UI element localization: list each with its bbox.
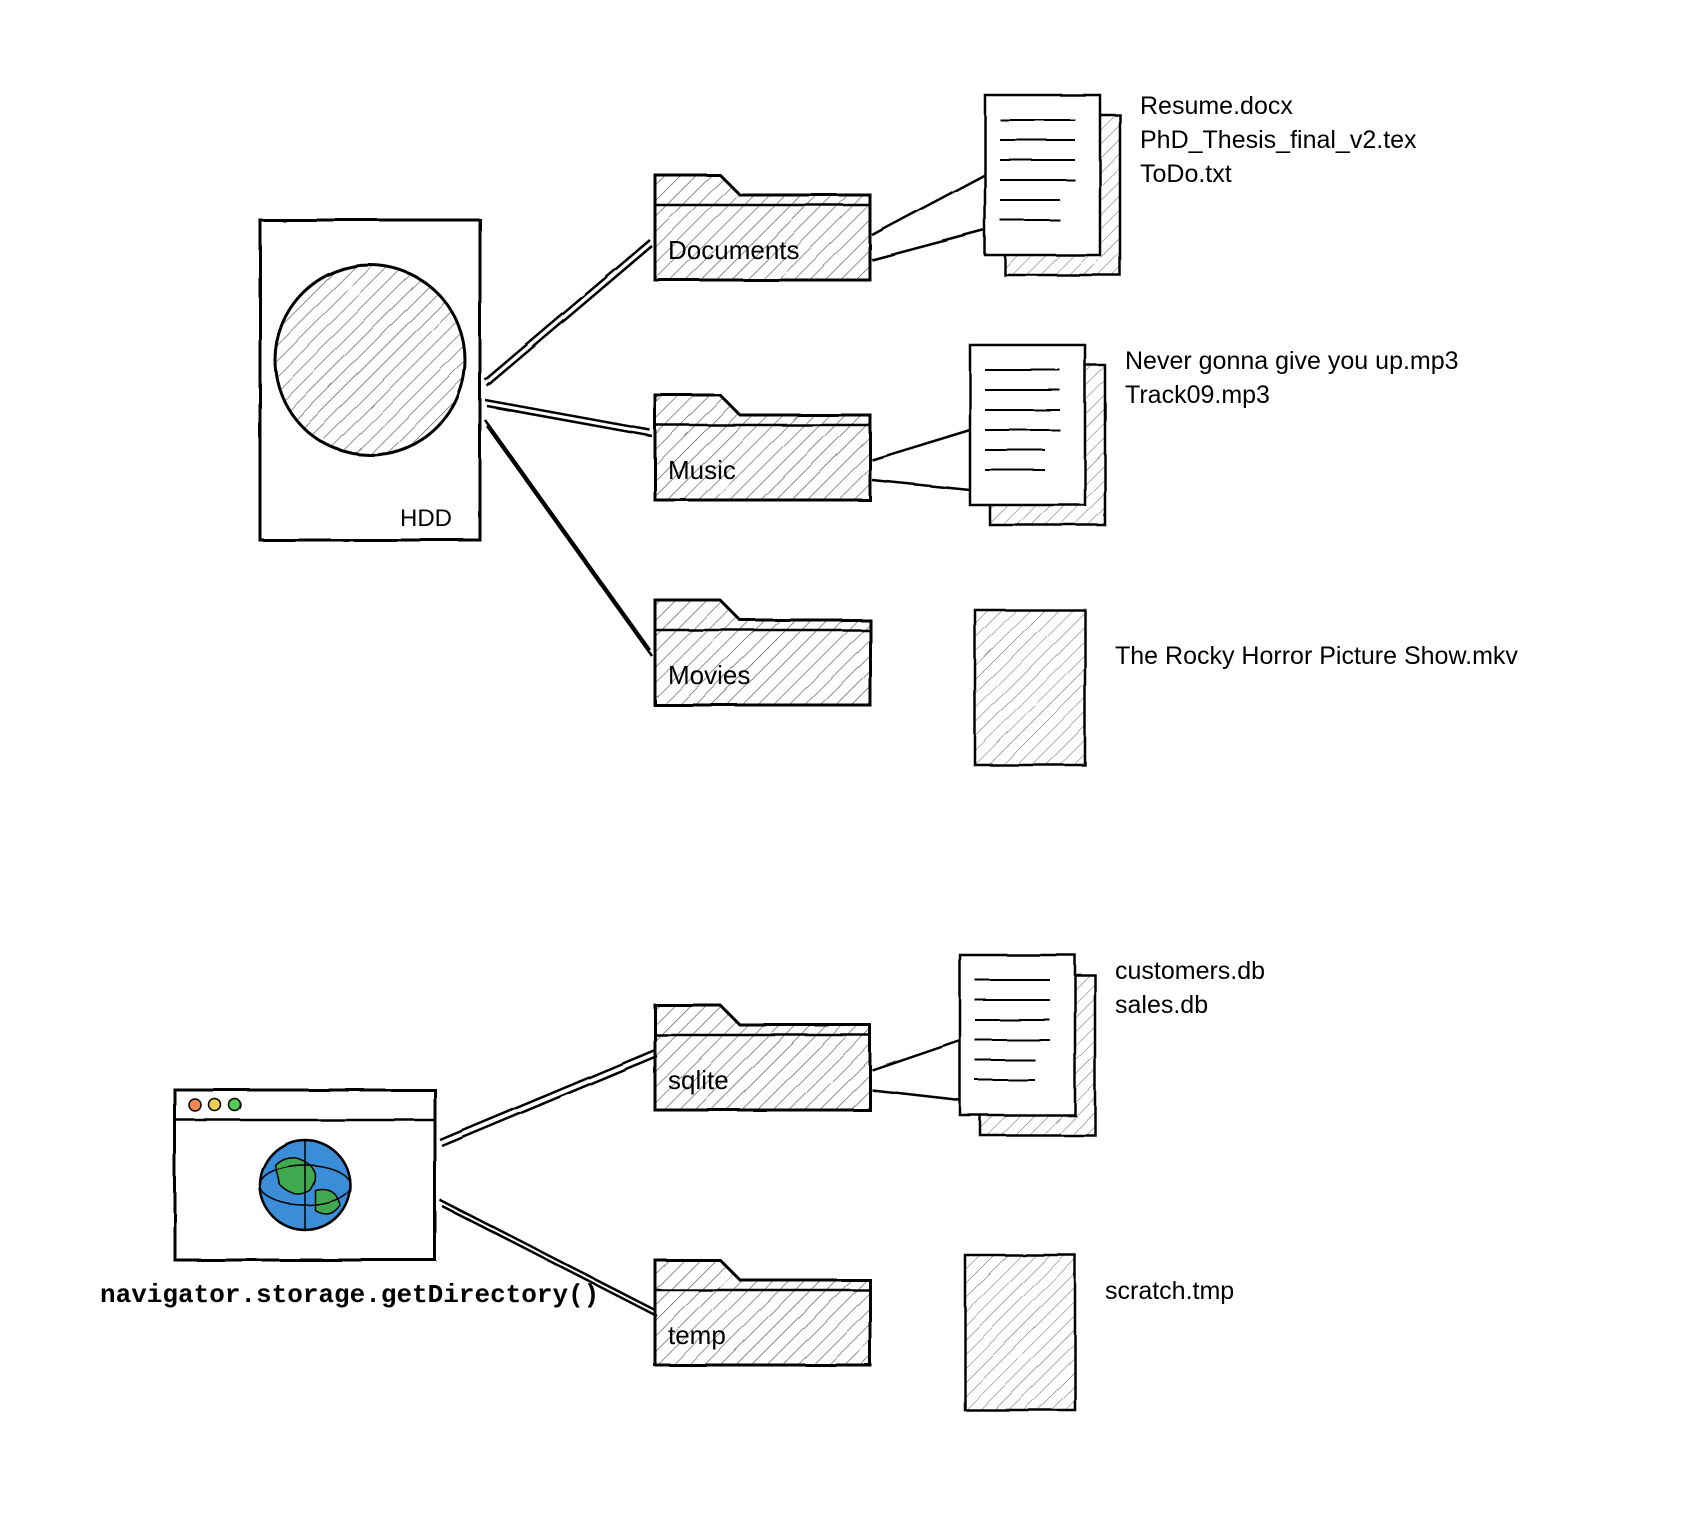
file-item: customers.db: [1115, 955, 1265, 989]
files-movies-icon: [975, 610, 1085, 765]
file-item: Track09.mp3: [1125, 379, 1459, 413]
connector-lines-top: [485, 240, 652, 656]
connector-lines-bottom: [440, 1050, 657, 1316]
file-item: Resume.docx: [1140, 90, 1417, 124]
folder-movies-label: Movies: [668, 660, 750, 691]
file-item: ToDo.txt: [1140, 158, 1417, 192]
folder-sqlite-label: sqlite: [668, 1065, 729, 1096]
files-temp-icon: [965, 1255, 1075, 1410]
connector-documents-files: [872, 175, 985, 260]
file-item: PhD_Thesis_final_v2.tex: [1140, 124, 1417, 158]
folder-music-label: Music: [668, 455, 736, 486]
files-temp-list: scratch.tmp: [1105, 1275, 1234, 1309]
files-movies-list: The Rocky Horror Picture Show.mkv: [1115, 640, 1518, 674]
file-item: The Rocky Horror Picture Show.mkv: [1115, 640, 1518, 674]
files-documents-list: Resume.docx PhD_Thesis_final_v2.tex ToDo…: [1140, 90, 1417, 191]
api-label: navigator.storage.getDirectory(): [100, 1280, 599, 1310]
files-documents-icon: [985, 95, 1120, 275]
connector-sqlite-files: [872, 1040, 960, 1100]
folder-documents-label: Documents: [668, 235, 800, 266]
file-item: sales.db: [1115, 989, 1265, 1023]
folder-temp-label: temp: [668, 1320, 726, 1351]
file-item: scratch.tmp: [1105, 1275, 1234, 1309]
files-sqlite-list: customers.db sales.db: [1115, 955, 1265, 1023]
files-music-list: Never gonna give you up.mp3 Track09.mp3: [1125, 345, 1459, 413]
hdd-label: HDD: [400, 505, 452, 533]
connector-music-files: [872, 430, 970, 490]
file-item: Never gonna give you up.mp3: [1125, 345, 1459, 379]
files-sqlite-icon: [960, 955, 1095, 1135]
browser-window-icon: [175, 1090, 435, 1260]
hdd-icon: [260, 220, 480, 540]
files-music-icon: [970, 345, 1105, 525]
